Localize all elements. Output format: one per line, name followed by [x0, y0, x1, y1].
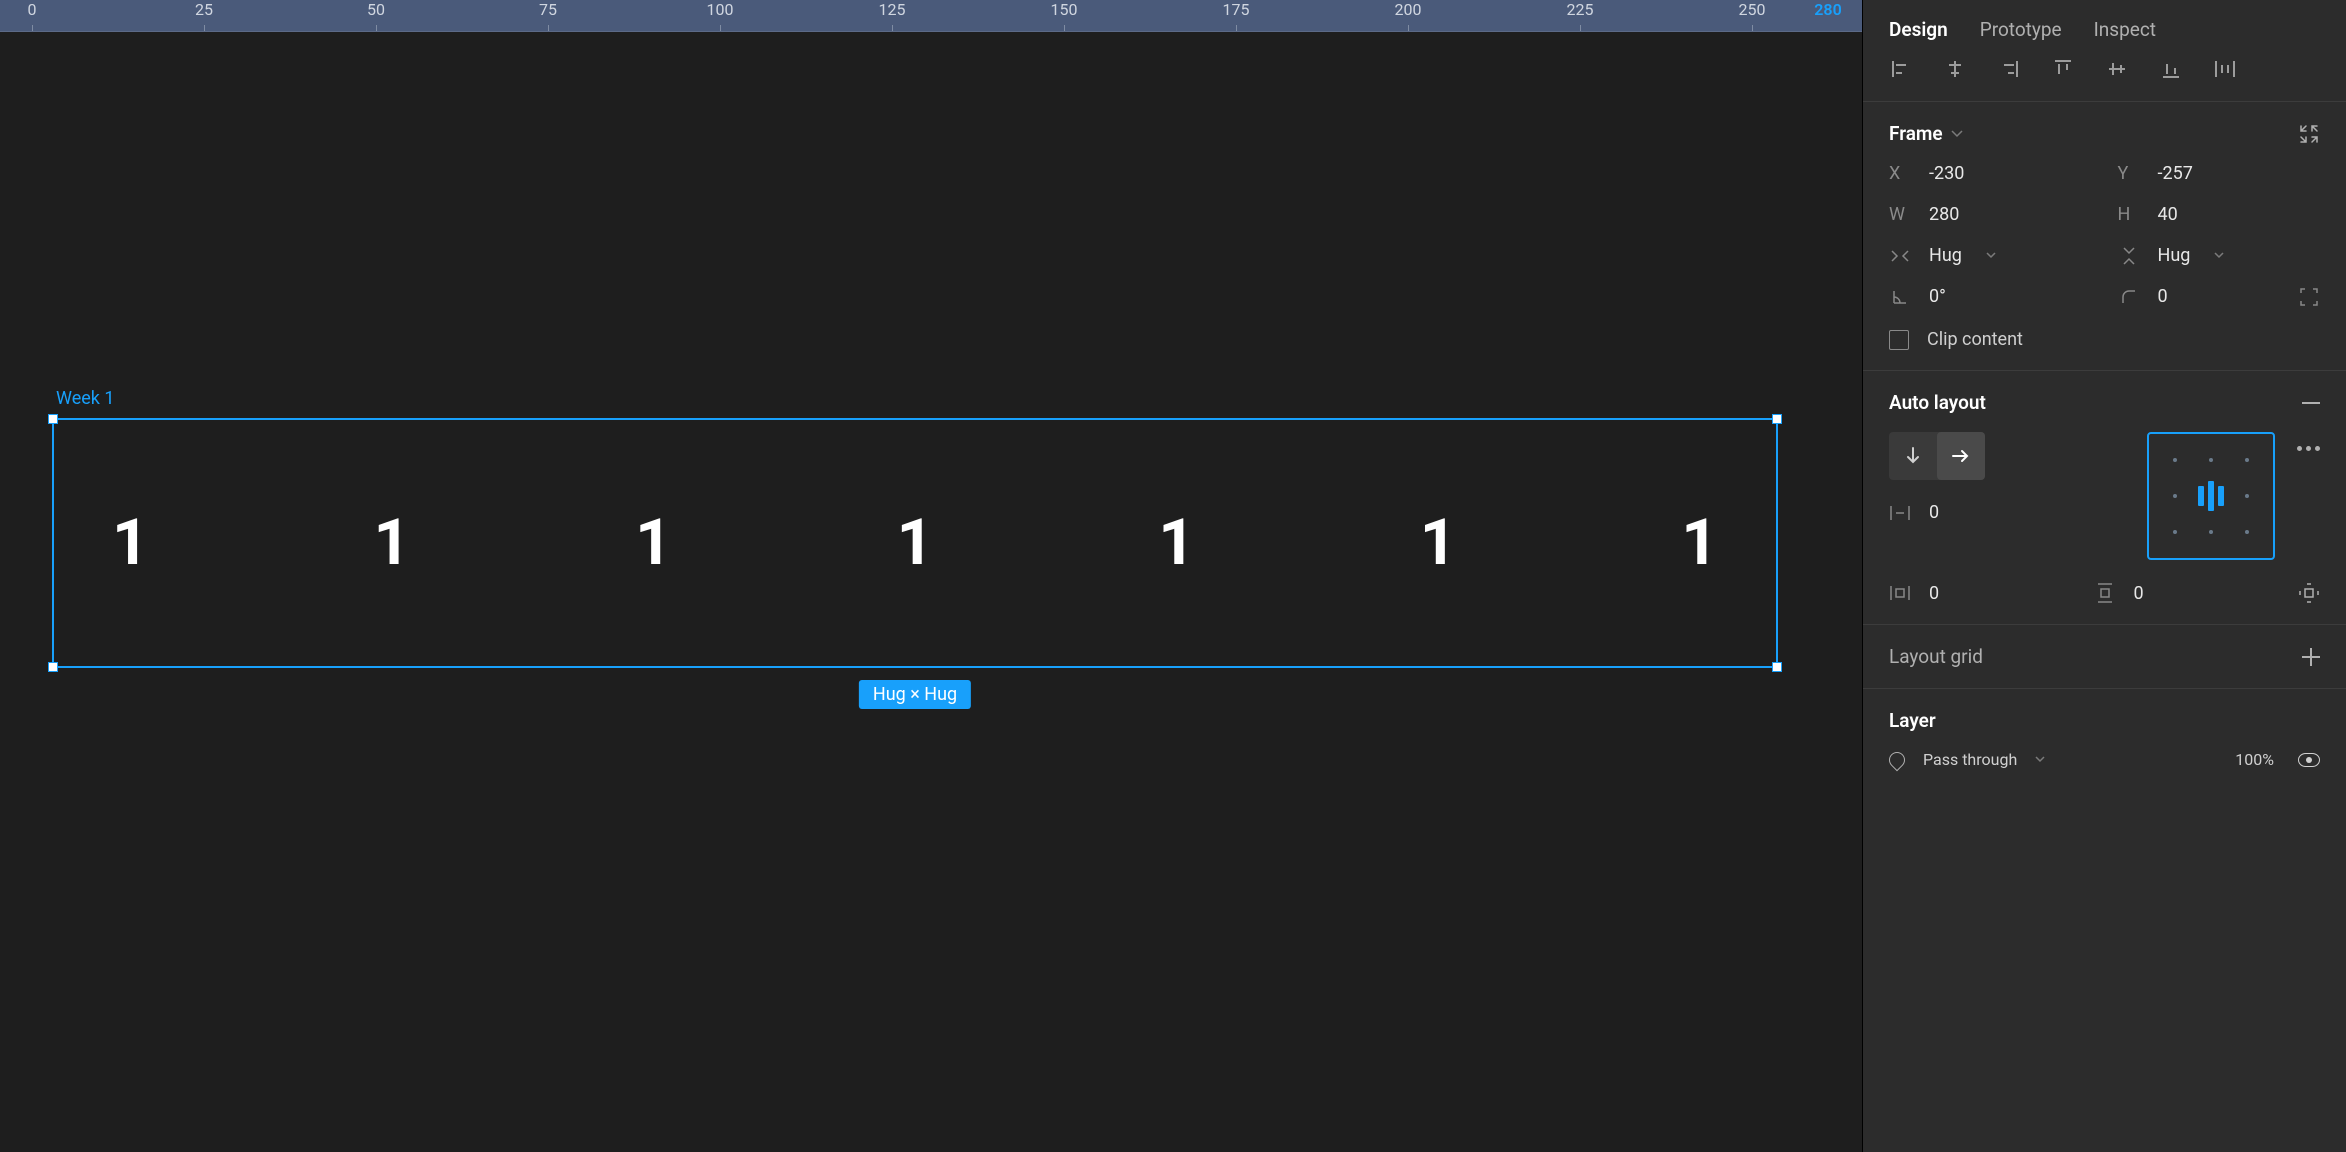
add-layout-grid-icon[interactable]	[2302, 648, 2320, 666]
x-field[interactable]: X-230	[1889, 163, 2092, 184]
checkbox-icon	[1889, 330, 1909, 350]
align-right-icon[interactable]	[1997, 57, 2021, 81]
align-center-v-icon[interactable]	[2105, 57, 2129, 81]
cell[interactable]: 1	[897, 511, 934, 575]
selection-frame[interactable]: 1 1 1 1 1 1 1	[52, 418, 1778, 668]
h-field[interactable]: H40	[2118, 204, 2321, 225]
rotation-field[interactable]: 0°	[1889, 286, 2092, 307]
chevron-down-icon	[2214, 252, 2224, 259]
spacing-field[interactable]: 0	[1889, 502, 2125, 523]
angle-icon	[1889, 289, 1911, 305]
cell[interactable]: 1	[374, 511, 411, 575]
canvas[interactable]: 0 25 50 75 100 125 150 175 200 225 250 280 Week 1 1…	[0, 0, 1862, 1152]
layer-section: Layer Pass through 100%	[1863, 688, 2346, 789]
y-field[interactable]: Y-257	[2118, 163, 2321, 184]
ruler-tick: 200	[1395, 0, 1422, 19]
padding-h-icon	[1889, 584, 1911, 602]
opacity-field[interactable]: 100%	[2235, 750, 2274, 769]
spacing-icon	[1889, 504, 1911, 522]
radius-icon	[2118, 289, 2140, 305]
frame-section: Frame X-230 Y-257 W280 H40 Hug Hug	[1863, 101, 2346, 370]
align-bottom-icon[interactable]	[2159, 57, 2183, 81]
layer-title: Layer	[1889, 709, 1936, 732]
ruler-current-position: 280	[1814, 0, 1841, 19]
layout-grid-title: Layout grid	[1889, 645, 1983, 668]
align-left-icon[interactable]	[1889, 57, 1913, 81]
independent-padding-icon[interactable]	[2298, 582, 2320, 604]
direction-vertical-button[interactable]	[1889, 432, 1937, 480]
cell[interactable]: 1	[112, 511, 149, 575]
chevron-down-icon[interactable]	[1951, 130, 1963, 138]
alignment-indicator-icon	[2193, 478, 2229, 514]
radius-field[interactable]: 0	[2118, 286, 2321, 307]
droplet-icon	[1886, 748, 1909, 771]
remove-auto-layout-icon[interactable]	[2302, 402, 2320, 404]
resize-handle-br[interactable]	[1772, 662, 1782, 672]
hug-horizontal[interactable]: Hug	[1889, 245, 2092, 266]
w-field[interactable]: W280	[1889, 204, 2092, 225]
padding-horizontal-field[interactable]: 0	[1889, 583, 2074, 604]
cell[interactable]: 1	[1420, 511, 1457, 575]
chevron-down-icon	[1986, 252, 1996, 259]
ruler-tick: 0	[28, 0, 37, 19]
resize-handle-tr[interactable]	[1772, 414, 1782, 424]
independent-corners-icon[interactable]	[2298, 287, 2320, 307]
properties-panel: Design Prototype Inspect Frame X-230 Y-2…	[1862, 0, 2346, 1152]
cell[interactable]: 1	[1681, 511, 1718, 575]
hug-vertical[interactable]: Hug	[2118, 245, 2321, 266]
ruler-tick: 175	[1223, 0, 1250, 19]
padding-vertical-field[interactable]: 0	[2094, 582, 2279, 604]
hug-v-icon	[2118, 246, 2140, 266]
ruler-tick: 150	[1051, 0, 1078, 19]
resize-to-fit-icon[interactable]	[2298, 123, 2320, 145]
layout-grid-section: Layout grid	[1863, 624, 2346, 688]
ruler-tick: 25	[195, 0, 213, 19]
more-options-icon[interactable]	[2297, 446, 2320, 451]
alignment-row	[1863, 57, 2346, 101]
frame-label[interactable]: Week 1	[56, 388, 115, 409]
ruler-tick: 100	[707, 0, 734, 19]
tab-prototype[interactable]: Prototype	[1980, 18, 2062, 41]
ruler-tick: 250	[1739, 0, 1766, 19]
tab-inspect[interactable]: Inspect	[2094, 18, 2156, 41]
align-top-icon[interactable]	[2051, 57, 2075, 81]
resize-handle-bl[interactable]	[48, 662, 58, 672]
chevron-down-icon	[2035, 756, 2045, 763]
direction-toggle	[1889, 432, 1985, 480]
ruler-tick: 75	[539, 0, 557, 19]
padding-v-icon	[2094, 582, 2116, 604]
hug-h-icon	[1889, 249, 1911, 263]
cell[interactable]: 1	[635, 511, 672, 575]
auto-layout-section: Auto layout 0	[1863, 370, 2346, 624]
size-badge: Hug × Hug	[859, 680, 971, 709]
ruler-tick: 125	[879, 0, 906, 19]
ruler-tick: 225	[1567, 0, 1594, 19]
ruler-tick: 50	[367, 0, 385, 19]
alignment-box[interactable]	[2147, 432, 2275, 560]
panel-tabs: Design Prototype Inspect	[1863, 0, 2346, 57]
frame-title[interactable]: Frame	[1889, 122, 1943, 145]
clip-content-toggle[interactable]: Clip content	[1889, 329, 2320, 350]
cell[interactable]: 1	[1158, 511, 1195, 575]
auto-layout-title: Auto layout	[1889, 391, 1986, 414]
horizontal-ruler[interactable]: 0 25 50 75 100 125 150 175 200 225 250 280	[0, 0, 1862, 32]
tab-design[interactable]: Design	[1889, 18, 1948, 41]
align-center-h-icon[interactable]	[1943, 57, 1967, 81]
direction-horizontal-button[interactable]	[1937, 432, 1985, 480]
resize-handle-tl[interactable]	[48, 414, 58, 424]
distribute-icon[interactable]	[2213, 57, 2237, 81]
visibility-icon[interactable]	[2298, 753, 2320, 767]
blend-mode-dropdown[interactable]: Pass through	[1889, 750, 2045, 769]
